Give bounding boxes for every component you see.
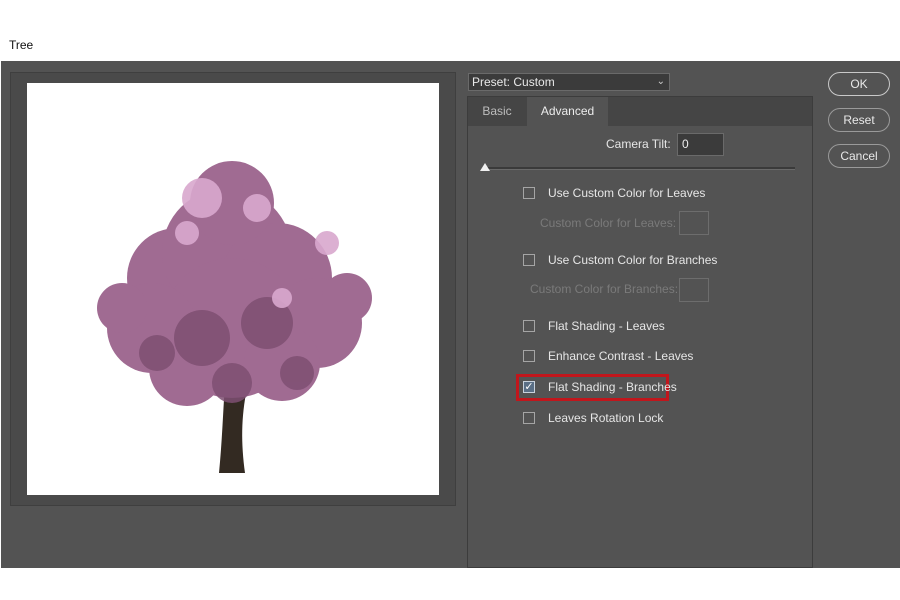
ok-button[interactable]: OK bbox=[828, 72, 890, 96]
checkmark-icon: ✓ bbox=[524, 381, 534, 393]
flat-shading-leaves-label: Flat Shading - Leaves bbox=[548, 319, 665, 333]
tree-illustration bbox=[97, 161, 372, 473]
slider-thumb[interactable] bbox=[480, 163, 490, 171]
tab-advanced[interactable]: Advanced bbox=[527, 97, 608, 126]
custom-color-leaves-field-label: Custom Color for Leaves: bbox=[540, 216, 677, 230]
reset-button[interactable]: Reset bbox=[828, 108, 890, 132]
branches-color-swatch[interactable] bbox=[679, 278, 709, 302]
leaves-rotation-lock-label: Leaves Rotation Lock bbox=[548, 411, 664, 425]
leaves-rotation-lock-checkbox[interactable] bbox=[523, 412, 535, 424]
flat-shading-leaves-checkbox[interactable] bbox=[523, 320, 535, 332]
custom-color-leaves-label: Use Custom Color for Leaves bbox=[548, 186, 706, 200]
custom-color-branches-checkbox[interactable] bbox=[523, 254, 535, 266]
custom-color-branches-field-label: Custom Color for Branches: bbox=[530, 282, 679, 296]
camera-tilt-label: Camera Tilt: bbox=[606, 137, 671, 151]
camera-tilt-slider[interactable] bbox=[484, 167, 795, 170]
cancel-button[interactable]: Cancel bbox=[828, 144, 890, 168]
flat-shading-branches-checkbox[interactable]: ✓ bbox=[523, 381, 535, 393]
flat-shading-branches-label: Flat Shading - Branches bbox=[548, 380, 677, 394]
camera-tilt-input[interactable]: 0 bbox=[677, 133, 724, 156]
tab-basic[interactable]: Basic bbox=[468, 97, 526, 126]
preset-dropdown[interactable]: Preset: Custom ⌄ bbox=[468, 73, 670, 91]
custom-color-branches-label: Use Custom Color for Branches bbox=[548, 253, 718, 267]
enhance-contrast-leaves-checkbox[interactable] bbox=[523, 350, 535, 362]
enhance-contrast-leaves-label: Enhance Contrast - Leaves bbox=[548, 349, 694, 363]
tree-preview bbox=[27, 83, 439, 495]
window-title: Tree bbox=[9, 38, 34, 52]
leaves-color-swatch[interactable] bbox=[679, 211, 709, 235]
custom-color-leaves-checkbox[interactable] bbox=[523, 187, 535, 199]
preset-label: Preset: Custom bbox=[472, 75, 555, 89]
chevron-down-icon: ⌄ bbox=[656, 76, 665, 87]
